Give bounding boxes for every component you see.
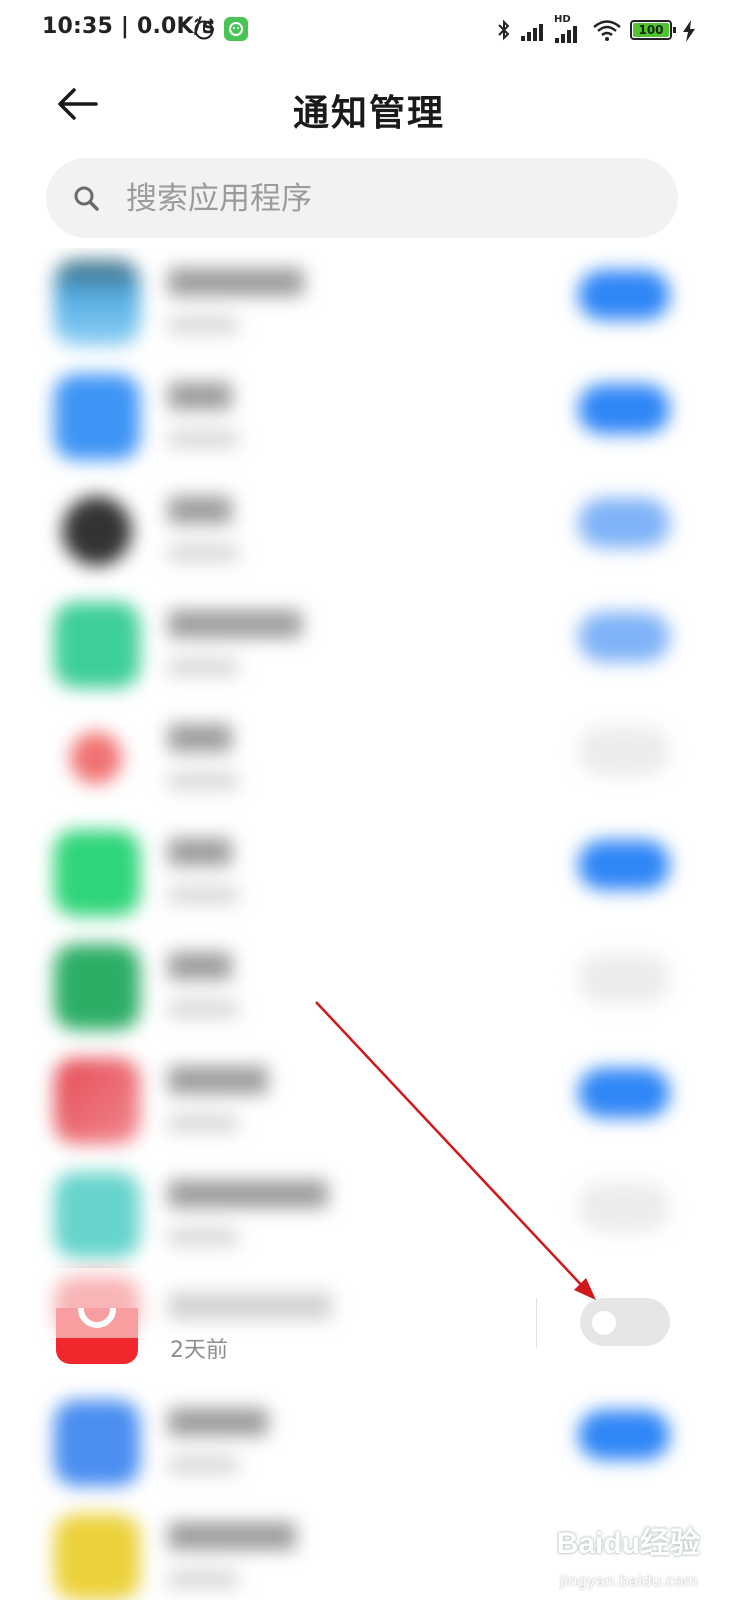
status-icons: HD 100: [496, 12, 716, 48]
search-input[interactable]: [124, 158, 648, 240]
app-row[interactable]: [0, 476, 738, 590]
app-last-notified: 2天前: [170, 1338, 228, 1363]
app-name: [168, 1066, 268, 1094]
app-last-notified: [168, 658, 238, 676]
app-row[interactable]: [0, 1046, 738, 1160]
app-last-notified: [168, 544, 238, 562]
charging-icon: [683, 20, 695, 42]
baidu-watermark: Baidu经验 jingyan.baidu.com: [544, 1514, 704, 1592]
app-last-notified: [168, 1000, 238, 1018]
notification-toggle[interactable]: [578, 726, 670, 776]
notification-toggle[interactable]: [578, 1068, 670, 1118]
app-last-notified: [168, 772, 238, 790]
app-icon: [54, 1172, 140, 1258]
app-row[interactable]: [0, 704, 738, 818]
app-row[interactable]: [0, 590, 738, 704]
app-icon: [54, 1514, 140, 1600]
app-name: [168, 838, 232, 866]
app-name: [168, 952, 232, 980]
notification-toggle[interactable]: [580, 1298, 670, 1346]
app-last-notified: [168, 1114, 238, 1132]
app-name: [168, 496, 232, 524]
app-row[interactable]: [0, 1160, 738, 1274]
blur-mask: [38, 1268, 348, 1338]
app-row[interactable]: [0, 362, 738, 476]
app-name: [168, 382, 232, 410]
divider: [536, 1298, 537, 1348]
app-icon: [62, 496, 132, 566]
notification-toggle[interactable]: [578, 384, 670, 434]
app-notification-icon: [224, 17, 248, 41]
app-icon: [54, 1400, 140, 1486]
wifi-icon: [593, 20, 621, 41]
notification-toggle[interactable]: [578, 498, 670, 548]
app-last-notified: [168, 316, 238, 334]
app-name: [168, 1522, 296, 1550]
app-last-notified: [168, 430, 238, 448]
battery-icon: 100: [630, 20, 676, 40]
page-title: 通知管理: [292, 93, 445, 134]
app-name: [168, 1180, 328, 1208]
app-icon: [54, 374, 140, 460]
notification-toggle[interactable]: [578, 612, 670, 662]
notification-toggle[interactable]: [578, 840, 670, 890]
app-row[interactable]: [0, 932, 738, 1046]
app-name: [168, 1408, 268, 1436]
notification-toggle[interactable]: [578, 270, 670, 320]
app-icon: [70, 732, 122, 784]
app-icon: [54, 944, 140, 1030]
app-last-notified: [168, 1228, 238, 1246]
status-time: 10:35 | 0.0K/s: [42, 14, 216, 39]
search-icon: [74, 186, 99, 211]
app-last-notified: [168, 1570, 238, 1588]
app-icon: [54, 602, 140, 688]
status-bar: 10:35 | 0.0K/s HD 100: [0, 0, 738, 62]
app-name: [168, 268, 304, 296]
app-row[interactable]: [0, 248, 738, 362]
notification-toggle[interactable]: [578, 954, 670, 1004]
app-name: [168, 610, 302, 638]
app-last-notified: [168, 886, 238, 904]
app-icon: [54, 260, 140, 346]
notification-toggle[interactable]: [578, 1182, 670, 1232]
watermark-domain: jingyan.baidu.com: [559, 1572, 698, 1590]
signal-strength-hd-icon: [555, 26, 577, 43]
app-last-notified: [168, 1456, 238, 1474]
app-row[interactable]: [0, 1388, 738, 1502]
search-bar[interactable]: [46, 158, 678, 240]
signal-strength-icon: [521, 24, 543, 41]
watermark-brand: Baidu经验: [556, 1527, 700, 1560]
app-notification-list: [0, 248, 738, 1600]
bluetooth-icon: [498, 19, 510, 41]
focused-app-row[interactable]: 2天前: [0, 1268, 738, 1378]
toggle-knob: [592, 1311, 616, 1335]
app-name: [168, 724, 232, 752]
app-row[interactable]: [0, 818, 738, 932]
app-icon: [54, 1058, 140, 1144]
battery-level: 100: [638, 23, 664, 37]
alarm-clock-icon: [194, 18, 214, 40]
notification-toggle[interactable]: [578, 1410, 670, 1460]
app-icon: [54, 830, 140, 916]
